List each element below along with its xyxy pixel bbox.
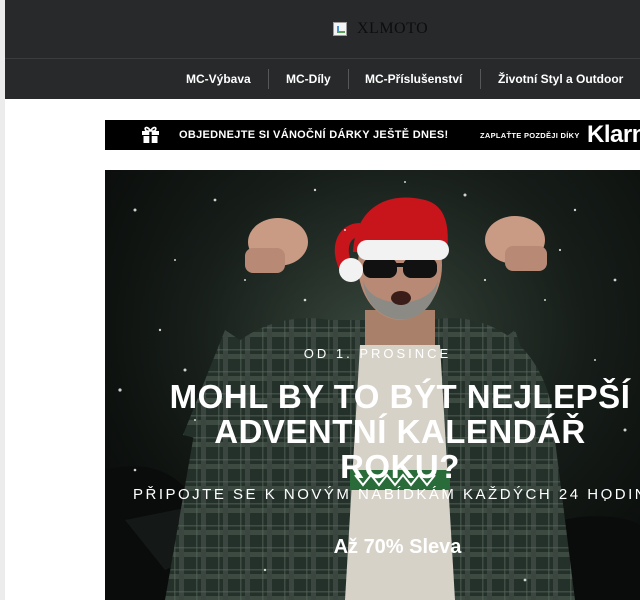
hero-banner[interactable]: OD 1. PROSINCE MOHL BY TO BÝT NEJLEPŠÍ A… <box>105 170 640 600</box>
hero-title-line: MOHL BY TO BÝT NEJLEPŠÍ <box>169 378 631 415</box>
hero-subtitle: PŘIPOJTE SE K NOVÝM NABÍDKÁM KAŽDÝCH 24 … <box>133 486 640 503</box>
promo-text: OBJEDNEJTE SI VÁNOČNÍ DÁRKY JEŠTĚ DNES! <box>179 129 449 141</box>
nav-divider <box>348 69 349 89</box>
nav-divider <box>480 69 481 89</box>
nav-item-mc-vybava[interactable]: MC-Výbava <box>186 59 251 99</box>
logo-alt-text: XLMOTO <box>357 20 429 37</box>
hero-title-line: ROKU? <box>340 448 460 485</box>
broken-image-icon <box>333 22 347 36</box>
promo-banner[interactable]: OBJEDNEJTE SI VÁNOČNÍ DÁRKY JEŠTĚ DNES! … <box>105 120 640 150</box>
hero-title-line: ADVENTNÍ KALENDÁŘ <box>214 413 586 450</box>
nav-item-mc-dily[interactable]: MC-Díly <box>286 59 331 99</box>
nav-item-mc-prislusenstvi[interactable]: MC-Příslušenství <box>365 59 462 99</box>
klarna-logo: Klarna <box>587 121 640 148</box>
promo-pay-later-text: ZAPLAŤTE POZDĚJI DÍKY <box>480 131 580 140</box>
nav-item-zivotni-styl[interactable]: Životní Styl a Outdoor <box>498 59 623 99</box>
hero-title: MOHL BY TO BÝT NEJLEPŠÍ ADVENTNÍ KALENDÁ… <box>105 379 640 484</box>
hero-eyebrow: OD 1. PROSINCE <box>303 346 452 361</box>
hero-discount: Až 70% Sleva <box>333 536 462 558</box>
main-navigation: MC-Výbava MC-Díly MC-Příslušenství Život… <box>5 59 640 99</box>
site-logo[interactable]: XLMOTO <box>333 18 428 40</box>
site-header: XLMOTO <box>5 0 640 59</box>
nav-divider <box>268 69 269 89</box>
gift-icon <box>142 126 159 143</box>
